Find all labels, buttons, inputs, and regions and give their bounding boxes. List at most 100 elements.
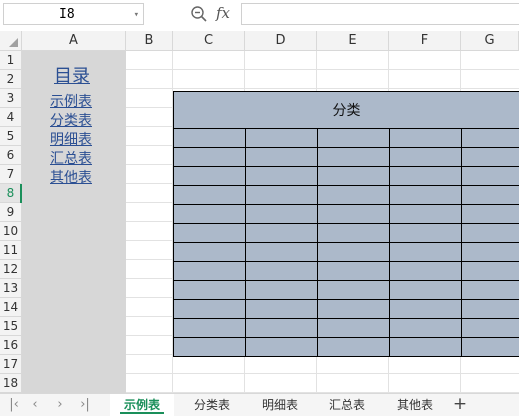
table-cell[interactable]	[245, 281, 318, 300]
toc-link-detail[interactable]: 明细表	[50, 131, 92, 150]
select-all-corner[interactable]	[0, 31, 22, 51]
table-cell[interactable]	[461, 224, 519, 243]
row-header[interactable]: 6	[0, 146, 22, 165]
table-cell[interactable]	[389, 205, 462, 224]
name-box[interactable]: I8 ▾	[3, 3, 144, 25]
table-header-category[interactable]: 分类	[173, 91, 519, 129]
column-header-f[interactable]: F	[389, 31, 461, 51]
table-cell[interactable]	[245, 186, 318, 205]
table-cell[interactable]	[173, 338, 246, 357]
table-cell[interactable]	[173, 243, 246, 262]
table-cell[interactable]	[317, 338, 390, 357]
table-cell[interactable]	[461, 205, 519, 224]
table-cell[interactable]	[461, 338, 519, 357]
table-cell[interactable]	[245, 167, 318, 186]
column-header-a[interactable]: A	[22, 31, 126, 51]
table-cell[interactable]	[317, 224, 390, 243]
row-header-active[interactable]: 8	[0, 184, 22, 203]
row-header[interactable]: 16	[0, 336, 22, 355]
toc-link-example[interactable]: 示例表	[50, 93, 92, 112]
table-cell[interactable]	[461, 186, 519, 205]
table-cell[interactable]	[173, 167, 246, 186]
table-cell[interactable]	[173, 205, 246, 224]
table-cell[interactable]	[245, 148, 318, 167]
table-cell[interactable]	[245, 300, 318, 319]
table-cell[interactable]	[317, 205, 390, 224]
table-cell[interactable]	[389, 243, 462, 262]
last-sheet-icon[interactable]: ›|	[77, 396, 93, 414]
chevron-down-icon[interactable]: ▾	[134, 4, 139, 26]
table-cell[interactable]	[173, 224, 246, 243]
row-header[interactable]: 13	[0, 279, 22, 298]
table-cell[interactable]	[461, 148, 519, 167]
row-header[interactable]: 1	[0, 51, 22, 70]
table-cell[interactable]	[461, 129, 519, 148]
table-cell[interactable]	[389, 262, 462, 281]
sheet-tab-other[interactable]: 其他表	[383, 394, 447, 416]
table-cell[interactable]	[389, 129, 462, 148]
table-cell[interactable]	[461, 319, 519, 338]
table-cell[interactable]	[245, 338, 318, 357]
table-cell[interactable]	[389, 167, 462, 186]
table-cell[interactable]	[317, 148, 390, 167]
table-cell[interactable]	[389, 319, 462, 338]
table-cell[interactable]	[317, 129, 390, 148]
table-cell[interactable]	[173, 262, 246, 281]
table-cell[interactable]	[245, 319, 318, 338]
sheet-tab-detail[interactable]: 明细表	[248, 394, 312, 416]
table-cell[interactable]	[389, 338, 462, 357]
prev-sheet-icon[interactable]: ‹	[27, 396, 43, 414]
formula-input[interactable]	[241, 3, 519, 25]
row-header[interactable]: 11	[0, 241, 22, 260]
table-cell[interactable]	[389, 300, 462, 319]
table-cell[interactable]	[317, 167, 390, 186]
table-cell[interactable]	[317, 243, 390, 262]
next-sheet-icon[interactable]: ›	[52, 396, 68, 414]
toc-link-summary[interactable]: 汇总表	[50, 150, 92, 169]
table-cell[interactable]	[173, 148, 246, 167]
row-header[interactable]: 12	[0, 260, 22, 279]
table-cell[interactable]	[245, 205, 318, 224]
fx-icon[interactable]: fx	[216, 4, 230, 22]
row-header[interactable]: 9	[0, 203, 22, 222]
row-header[interactable]: 5	[0, 127, 22, 146]
column-header-c[interactable]: C	[173, 31, 245, 51]
table-cell[interactable]	[461, 281, 519, 300]
column-header-d[interactable]: D	[245, 31, 317, 51]
table-cell[interactable]	[389, 224, 462, 243]
row-header[interactable]: 2	[0, 70, 22, 89]
table-cell[interactable]	[389, 148, 462, 167]
toc-link-other[interactable]: 其他表	[50, 169, 92, 188]
row-header[interactable]: 17	[0, 355, 22, 374]
table-cell[interactable]	[461, 300, 519, 319]
table-cell[interactable]	[317, 319, 390, 338]
sheet-tab-example[interactable]: 示例表	[110, 394, 174, 416]
table-cell[interactable]	[173, 281, 246, 300]
table-cell[interactable]	[317, 186, 390, 205]
first-sheet-icon[interactable]: |‹	[6, 396, 22, 414]
table-cell[interactable]	[461, 262, 519, 281]
column-header-g[interactable]: G	[461, 31, 519, 51]
table-cell[interactable]	[245, 129, 318, 148]
row-header[interactable]: 7	[0, 165, 22, 184]
toc-link-category[interactable]: 分类表	[50, 112, 92, 131]
row-header[interactable]: 10	[0, 222, 22, 241]
table-cell[interactable]	[461, 167, 519, 186]
row-header[interactable]: 15	[0, 317, 22, 336]
table-cell[interactable]	[317, 281, 390, 300]
table-cell[interactable]	[317, 300, 390, 319]
table-cell[interactable]	[173, 186, 246, 205]
row-header[interactable]: 18	[0, 374, 22, 393]
table-cell[interactable]	[173, 300, 246, 319]
column-header-b[interactable]: B	[126, 31, 173, 51]
sheet-tab-category[interactable]: 分类表	[180, 394, 244, 416]
add-sheet-button[interactable]: +	[451, 394, 469, 416]
table-cell[interactable]	[245, 262, 318, 281]
row-header[interactable]: 3	[0, 89, 22, 108]
table-cell[interactable]	[245, 224, 318, 243]
zoom-icon[interactable]	[190, 5, 208, 23]
table-cell[interactable]	[389, 281, 462, 300]
table-cell[interactable]	[317, 262, 390, 281]
row-header[interactable]: 14	[0, 298, 22, 317]
table-cell[interactable]	[173, 129, 246, 148]
